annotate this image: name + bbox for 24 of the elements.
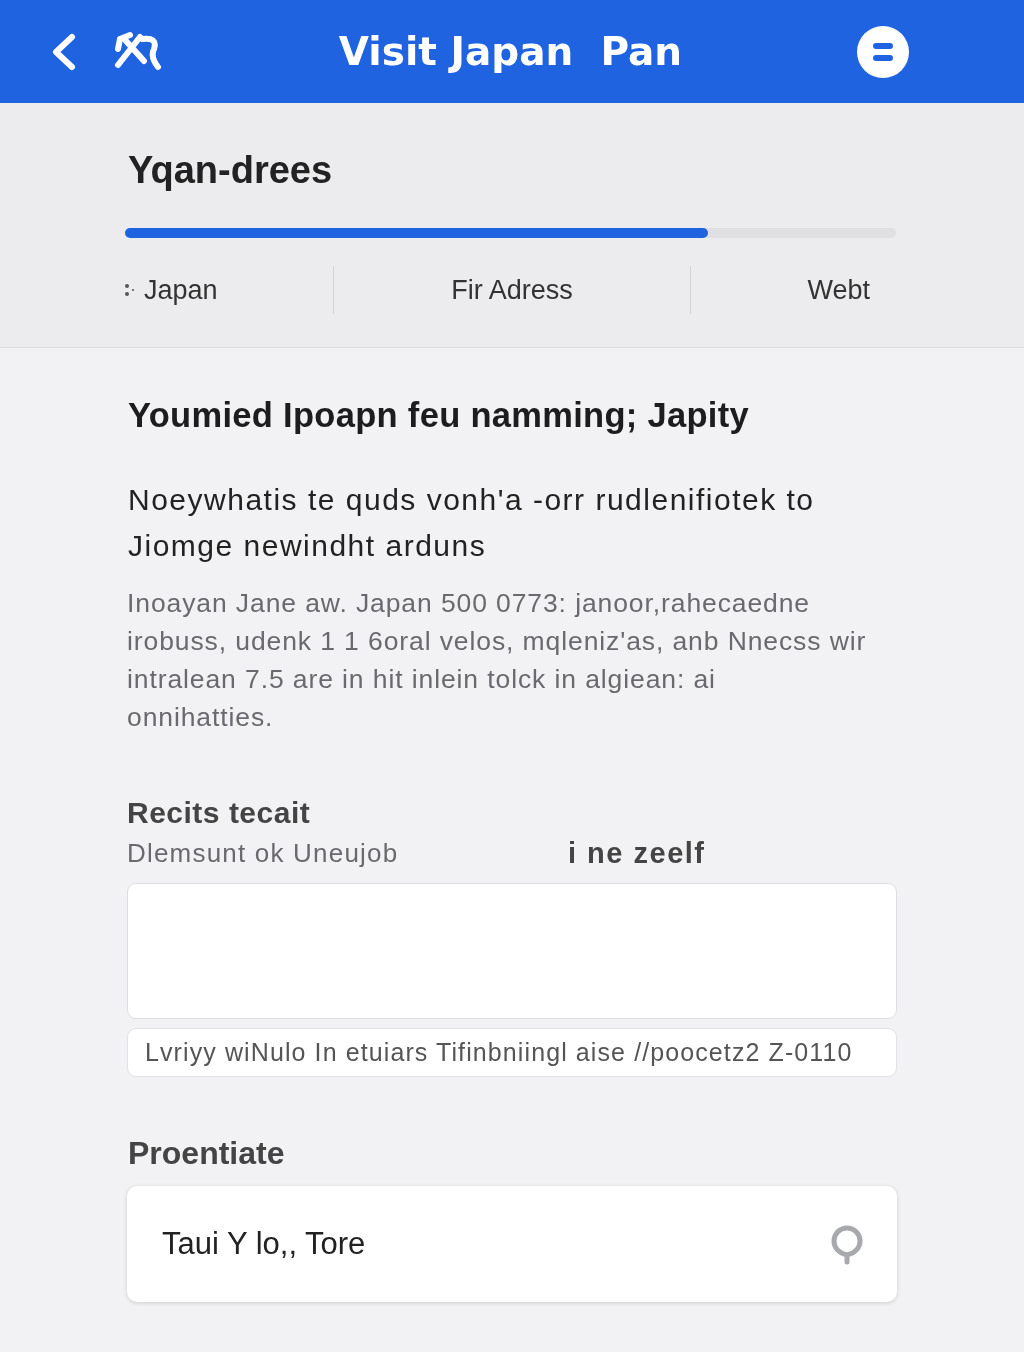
location-label: Proentiate xyxy=(128,1134,286,1173)
location-pin-icon xyxy=(831,1225,863,1265)
crossed-arrows-icon xyxy=(114,30,164,73)
crossed-arrows-button[interactable] xyxy=(114,30,164,73)
text-area-field[interactable] xyxy=(127,883,897,1019)
page-title: Visit Japan Pan xyxy=(338,27,683,76)
field-hint: Dlemsunt ok Uneujob xyxy=(127,837,400,869)
field-label: Recits tecait xyxy=(127,795,312,831)
step-tab[interactable]: Fir Adress xyxy=(334,266,691,314)
location-field[interactable]: Taui Y lo,, Tore xyxy=(127,1186,897,1302)
section-heading: Youmied Ipoapn feu namming; Japity xyxy=(128,395,751,436)
back-icon xyxy=(50,32,78,71)
menu-button[interactable] xyxy=(857,25,909,78)
helper-note: Lvriyy wiNulo In etuiars Tifinbniingl aise //poocetz2 Z-0110 xyxy=(127,1028,897,1077)
menu-icon xyxy=(873,42,893,61)
lead-paragraph: Noeywhatis te quds vonh'a -orr rudlenifiotek to Jiomge newindht arduns xyxy=(128,482,816,564)
back-button[interactable] xyxy=(50,32,78,71)
dots-icon xyxy=(125,283,134,297)
step-label: Japan xyxy=(144,274,218,306)
detail-paragraph: Inoayan Jane aw. Japan 500 0773: janoor,rahecaedne irobuss, udenk 1 1 6oral velos, mqleniz'as, anb Nnecss wir intralean 7.5 are in hit inlein tolck in algiean: ai onnihatties. xyxy=(127,587,868,734)
progress-title: Yqan-drees xyxy=(128,148,334,193)
step-tab[interactable]: Webt xyxy=(691,266,870,314)
step-tab[interactable]: Japan xyxy=(125,266,334,314)
side-label: i ne zeelf xyxy=(568,836,706,870)
